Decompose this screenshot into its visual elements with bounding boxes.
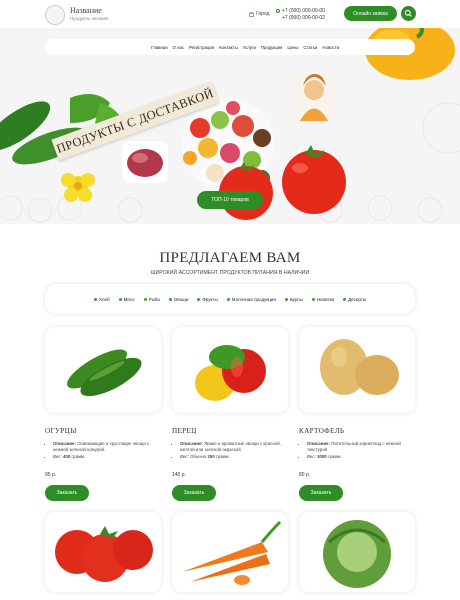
category-desserts[interactable]: Десерты xyxy=(343,297,366,302)
weight-unit: грамм. xyxy=(328,454,342,459)
product-price: 95 р. xyxy=(45,472,57,478)
logo-title: Название xyxy=(70,6,102,15)
category-fish[interactable]: Рыба xyxy=(143,296,160,302)
bullet-icon xyxy=(143,297,147,301)
category-label: Молочная продукция xyxy=(231,296,276,302)
category-label: Десерты xyxy=(348,296,367,302)
tomato-image xyxy=(55,526,153,582)
category-meat[interactable]: Мясо xyxy=(118,296,135,302)
product-image[interactable] xyxy=(172,327,288,413)
product-image-tomatoes[interactable] xyxy=(45,512,161,592)
nav-services[interactable]: Услуги xyxy=(243,45,256,50)
desc-label: Описание: xyxy=(307,441,330,446)
product-name: ОГУРЦЫ xyxy=(45,427,77,435)
search-icon xyxy=(404,9,412,17)
weight-label: Вес: xyxy=(180,454,189,459)
category-label: Овощи xyxy=(173,296,189,302)
logo-subtitle: Продукты питания xyxy=(70,16,109,21)
carrot-image xyxy=(182,520,282,585)
top10-button[interactable]: ТОП-10 товаров xyxy=(197,191,263,209)
bullet-icon xyxy=(284,297,288,301)
city-selector[interactable]: Город xyxy=(249,11,270,17)
product-price: 140 р. xyxy=(172,472,186,478)
weight-value: 250 xyxy=(207,454,215,459)
logo[interactable] xyxy=(45,5,65,25)
phones: +7 (000) 000-00-00 +7 (000) 000-00-02 xyxy=(276,8,325,22)
bullet-icon xyxy=(343,297,347,301)
category-vegetables[interactable]: Овощи xyxy=(168,296,189,302)
product-card-potato: КАРТОФЕЛЬ Описание: Питательный корнепло… xyxy=(299,327,415,501)
potato-image xyxy=(320,339,399,395)
nav-articles[interactable]: Статьи xyxy=(303,45,317,50)
phone-2[interactable]: +7 (000) 000-00-02 xyxy=(282,15,325,22)
nav-prices[interactable]: Цены xyxy=(287,45,298,50)
product-name: ПЕРЕЦ xyxy=(172,427,197,435)
header: Название Продукты питания Город +7 (000)… xyxy=(0,0,460,28)
nav-contacts[interactable]: Контакты xyxy=(219,45,238,50)
weight-unit: грамм. xyxy=(71,454,86,459)
category-label: Крупы xyxy=(289,296,303,302)
phone-icon xyxy=(276,9,280,13)
pepper-image xyxy=(195,345,266,401)
category-grains[interactable]: Крупы xyxy=(284,296,303,302)
product-description: Описание: Освежающие и хрустящие овощи с… xyxy=(45,441,161,460)
section-subtitle: ШИРОКИЙ АССОРТИМЕНТ ПРОДУКТОВ ПИТАНИЯ В … xyxy=(150,270,310,276)
product-card-pepper: ПЕРЕЦ Описание: Яркие и ароматные овощи … xyxy=(172,327,288,501)
category-label: Мясо xyxy=(123,296,135,302)
bullet-icon xyxy=(168,297,172,301)
product-image-carrots[interactable] xyxy=(172,512,288,592)
bullet-icon xyxy=(226,297,230,301)
bullet-icon xyxy=(197,297,201,301)
product-card-cucumbers: ОГУРЦЫ Описание: Освежающие и хрустящие … xyxy=(45,327,161,501)
nav-register[interactable]: Регистрация xyxy=(189,45,214,50)
category-drinks[interactable]: Напитки xyxy=(311,296,335,302)
bullet-icon xyxy=(93,297,97,301)
section-title: ПРЕДЛАГАЕМ ВАМ xyxy=(159,250,301,266)
bullet-icon xyxy=(311,297,315,301)
location-icon xyxy=(249,11,254,17)
category-label: Фрукты xyxy=(202,296,218,302)
bullet-icon xyxy=(118,297,122,301)
category-dairy[interactable]: Молочная продукция xyxy=(226,296,276,302)
search-button[interactable] xyxy=(401,6,416,21)
product-description: Описание: Яркие и ароматные овощи с крас… xyxy=(172,441,288,460)
product-image-cabbage[interactable] xyxy=(299,512,415,592)
city-label: Город xyxy=(256,11,270,17)
order-button[interactable]: Заказать xyxy=(45,485,89,501)
category-fruits[interactable]: Фрукты xyxy=(197,296,218,302)
weight-label: Вес: xyxy=(53,454,62,459)
category-label: Хлеб xyxy=(98,296,110,302)
weight-value: 1000 xyxy=(316,454,327,459)
category-label: Напитки xyxy=(316,296,335,302)
online-request-button[interactable]: Онлайн заявка xyxy=(344,6,397,21)
product-name: КАРТОФЕЛЬ xyxy=(299,427,345,435)
category-bar: Хлеб Мясо Рыба Овощи Фрукты Молочная про… xyxy=(45,284,415,314)
phone-1[interactable]: +7 (000) 000-00-00 xyxy=(282,8,325,15)
category-bread[interactable]: Хлеб xyxy=(93,296,110,302)
weight-unit: грамм. xyxy=(216,454,230,459)
desc-label: Описание: xyxy=(180,441,203,446)
nav-news[interactable]: Новости xyxy=(322,45,339,50)
nav-home[interactable]: Главная xyxy=(151,45,167,50)
cabbage-image xyxy=(323,520,391,588)
weight-prefix: Обычно xyxy=(189,454,207,459)
main-nav: Главная О нас Регистрация Контакты Услуг… xyxy=(45,39,415,55)
nav-products[interactable]: Продукция xyxy=(261,45,283,50)
product-description: Описание: Питательный корнеплод с нежной… xyxy=(299,441,415,460)
weight-label: Вес: xyxy=(307,454,316,459)
cucumber-image xyxy=(67,349,142,397)
product-price: 80 р. xyxy=(299,472,311,478)
nav-about[interactable]: О нас xyxy=(173,45,184,50)
category-label: Рыба xyxy=(148,296,160,302)
weight-value: 400 xyxy=(62,454,71,459)
order-button[interactable]: Заказать xyxy=(172,485,216,501)
order-button[interactable]: Заказать xyxy=(299,485,343,501)
desc-label: Описание: xyxy=(53,441,76,446)
product-image[interactable] xyxy=(299,327,415,413)
product-image[interactable] xyxy=(45,327,161,413)
